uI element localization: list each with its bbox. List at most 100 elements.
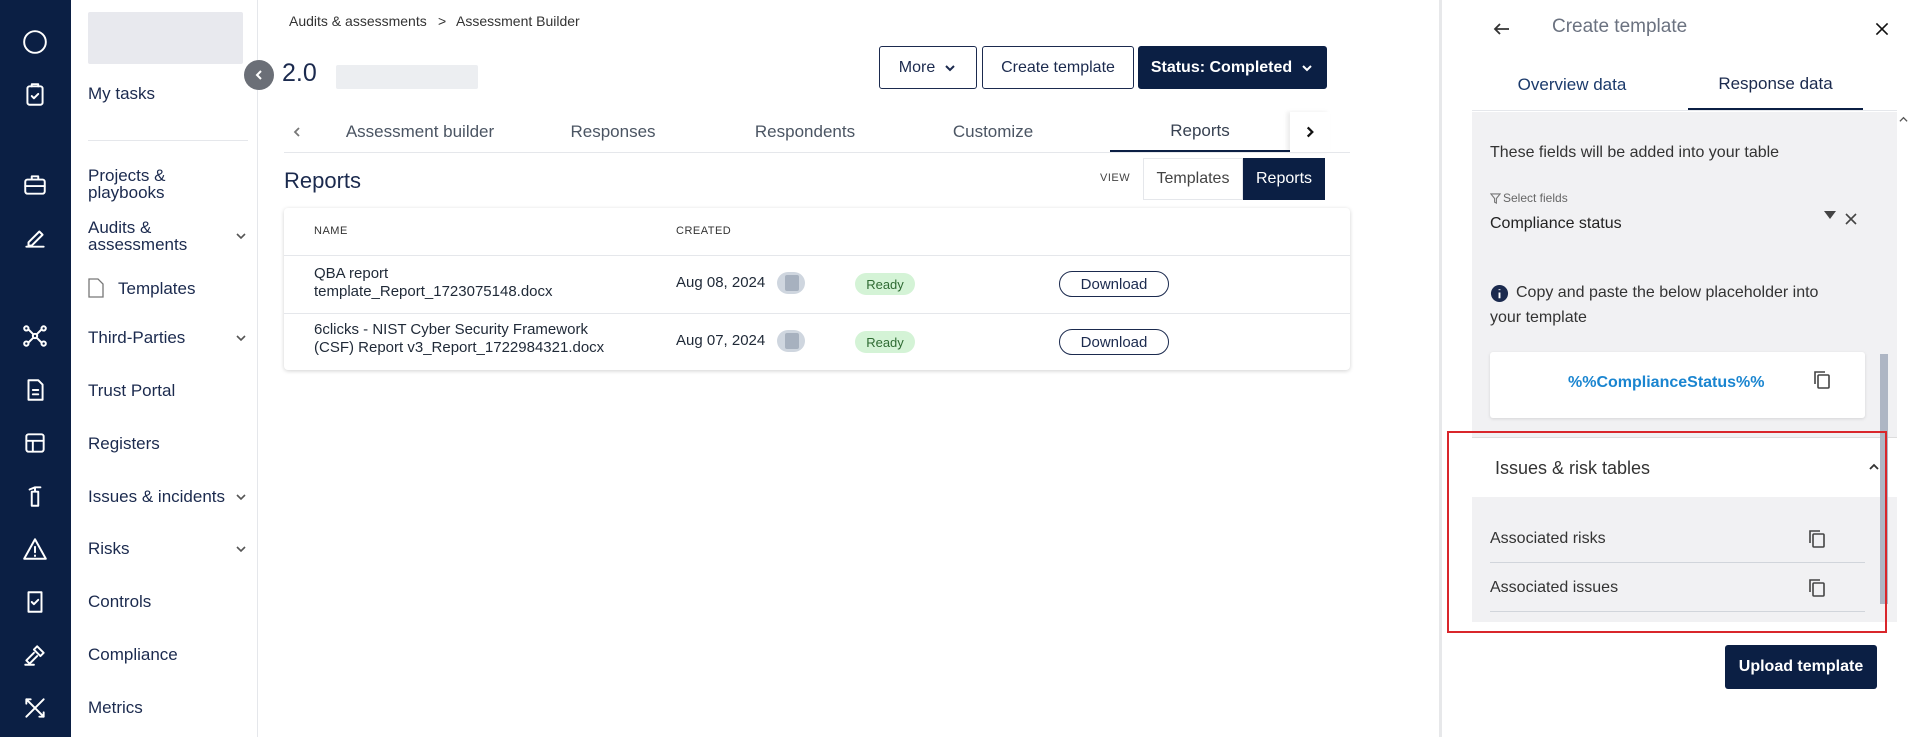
nav-metrics[interactable]: Metrics: [88, 699, 248, 716]
title-placeholder: [336, 65, 478, 89]
network-icon[interactable]: [17, 318, 53, 354]
nav-third-parties[interactable]: Third-Parties: [88, 329, 248, 346]
chevron-down-icon: [236, 233, 246, 240]
tab-responses[interactable]: Responses: [538, 112, 688, 152]
version-label: 2.0: [282, 59, 317, 87]
collapse-sidebar-button[interactable]: [244, 60, 274, 90]
download-button[interactable]: Download: [1059, 329, 1169, 355]
panel-scrollbar[interactable]: [1880, 354, 1888, 604]
creator-avatar: [777, 272, 805, 294]
info-text-line2: your template: [1490, 309, 1587, 326]
dropdown-caret-icon[interactable]: [1824, 211, 1836, 219]
chevron-down-icon: [236, 334, 246, 341]
document-icon: [88, 278, 104, 298]
filter-icon: [1490, 192, 1501, 204]
briefcase-icon[interactable]: [17, 167, 53, 203]
table-row: QBA report template_Report_1723075148.doc…: [284, 255, 1350, 313]
chevron-down-icon: [236, 493, 246, 500]
org-logo: [88, 12, 243, 64]
back-arrow-icon[interactable]: [1492, 19, 1512, 39]
copy-icon[interactable]: [1807, 578, 1827, 598]
gavel-icon[interactable]: [17, 637, 53, 673]
upload-template-button[interactable]: Upload template: [1725, 645, 1877, 689]
tools-icon[interactable]: [17, 690, 53, 726]
tab-overview-data[interactable]: Overview data: [1472, 60, 1672, 110]
tab-respondents[interactable]: Respondents: [720, 112, 890, 152]
report-name: QBA report template_Report_1723075148.doc…: [314, 265, 553, 300]
more-button[interactable]: More: [879, 46, 977, 89]
sidebar-nav: My tasks Projects & playbooks Audits & a…: [71, 0, 258, 737]
chevron-up-icon: [1869, 463, 1879, 470]
icon-rail: [0, 0, 71, 737]
select-fields-label: Select fields: [1490, 191, 1568, 205]
nav-issues[interactable]: Issues & incidents: [88, 488, 248, 505]
chevron-right-icon: [1306, 126, 1314, 138]
nav-my-tasks[interactable]: My tasks: [88, 85, 248, 102]
nav-compliance[interactable]: Compliance: [88, 646, 248, 663]
breadcrumb-current: Assessment Builder: [456, 13, 580, 29]
issues-risk-accordion-header[interactable]: Issues & risk tables: [1472, 437, 1897, 497]
scroll-up-icon[interactable]: [1899, 115, 1908, 124]
copy-icon[interactable]: [1807, 529, 1827, 549]
select-fields-value[interactable]: Compliance status: [1490, 215, 1622, 233]
document-shield-icon[interactable]: [17, 372, 53, 408]
create-template-panel: Create template Overview data Response d…: [1439, 0, 1919, 737]
nav-registers[interactable]: Registers: [88, 435, 248, 452]
placeholder-text[interactable]: %%ComplianceStatus%%: [1568, 374, 1765, 392]
nav-trust-portal[interactable]: Trust Portal: [88, 382, 248, 399]
reports-heading: Reports: [284, 168, 362, 193]
nav-risks[interactable]: Risks: [88, 540, 248, 557]
chevron-down-icon: [236, 545, 246, 552]
creator-avatar: [777, 330, 805, 352]
status-badge: Ready: [855, 273, 915, 295]
status-dropdown[interactable]: Status: Completed: [1138, 46, 1327, 89]
main-content: Audits & assessments > Assessment Builde…: [258, 0, 1439, 737]
chevron-down-icon: [1302, 64, 1312, 71]
tabs-scroll-right[interactable]: [1290, 112, 1330, 152]
table-row: 6clicks - NIST Cyber Security Framework(…: [284, 313, 1350, 371]
copy-icon[interactable]: [1812, 370, 1832, 390]
nav-controls[interactable]: Controls: [88, 593, 248, 610]
reports-table: NAME CREATED QBA report template_Report_1…: [284, 208, 1350, 370]
nav-projects[interactable]: Projects & playbooks: [88, 167, 208, 201]
nav-audits[interactable]: Audits & assessments: [88, 219, 248, 253]
breadcrumb-audits[interactable]: Audits & assessments: [289, 13, 427, 29]
column-header-created: CREATED: [676, 225, 732, 237]
column-header-name: NAME: [314, 225, 348, 237]
tab-response-data[interactable]: Response data: [1688, 60, 1863, 110]
section-title: Issues & risk tables: [1495, 458, 1651, 478]
breadcrumb-separator: >: [438, 13, 447, 29]
warning-icon[interactable]: [17, 531, 53, 567]
report-name: 6clicks - NIST Cyber Security Framework(…: [314, 321, 605, 356]
tabs-scroll-left[interactable]: [284, 112, 310, 152]
info-text-line1: Copy and paste the below placeholder int…: [1516, 284, 1819, 301]
fields-note: These fields will be added into your tab…: [1490, 144, 1780, 161]
view-reports-toggle[interactable]: Reports: [1243, 158, 1325, 200]
fire-extinguisher-icon[interactable]: [17, 478, 53, 514]
checklist-icon[interactable]: [17, 584, 53, 620]
edit-icon[interactable]: [17, 220, 53, 256]
chevron-left-icon: [293, 127, 300, 137]
tab-customize[interactable]: Customize: [913, 112, 1073, 152]
view-templates-toggle[interactable]: Templates: [1143, 158, 1243, 200]
nav-templates[interactable]: Templates: [88, 278, 248, 298]
register-icon[interactable]: [17, 425, 53, 461]
tab-reports[interactable]: Reports: [1110, 112, 1290, 152]
clipboard-check-icon[interactable]: [17, 77, 53, 113]
list-item-associated-issues: Associated issues: [1490, 564, 1865, 612]
clear-icon[interactable]: [1844, 212, 1858, 226]
placeholder-box: %%ComplianceStatus%%: [1490, 352, 1865, 418]
user-avatar-icon[interactable]: [17, 24, 53, 60]
status-badge: Ready: [855, 331, 915, 353]
view-label: VIEW: [1100, 172, 1131, 184]
close-icon[interactable]: [1874, 21, 1890, 37]
report-created: Aug 08, 2024: [676, 274, 766, 291]
chevron-down-icon: [945, 64, 955, 71]
panel-title: Create template: [1552, 16, 1688, 37]
tab-assessment-builder[interactable]: Assessment builder: [330, 112, 510, 152]
list-item-associated-risks: Associated risks: [1490, 515, 1865, 563]
create-template-button[interactable]: Create template: [982, 46, 1134, 89]
report-created: Aug 07, 2024: [676, 332, 766, 349]
chevron-left-icon: [255, 70, 262, 80]
download-button[interactable]: Download: [1059, 271, 1169, 297]
